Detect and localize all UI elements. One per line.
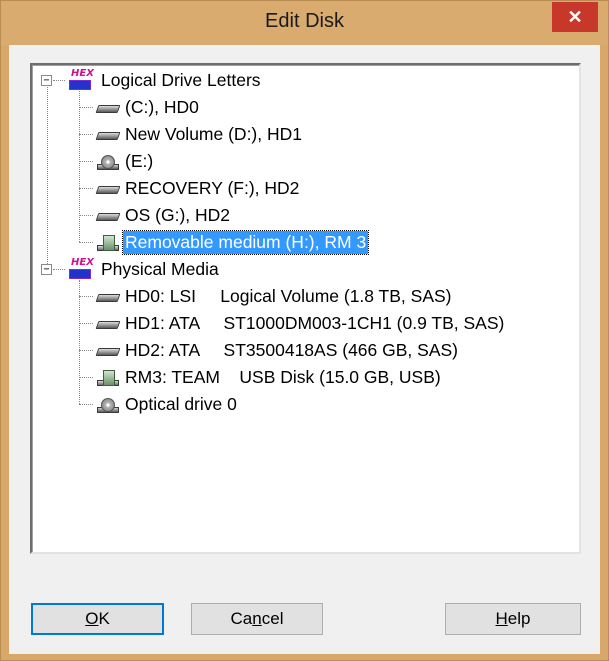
hard-drive-icon	[95, 341, 121, 361]
tree-item[interactable]: RECOVERY (F:), HD2	[95, 175, 301, 202]
help-button[interactable]: Help	[445, 603, 581, 635]
usb-drive-icon	[95, 233, 121, 253]
ok-button[interactable]: OK	[31, 603, 164, 635]
tree-item[interactable]: Optical drive 0	[95, 391, 239, 418]
usb-drive-icon	[95, 368, 121, 388]
window-title: Edit Disk	[265, 10, 344, 32]
tree-item[interactable]: New Volume (D:), HD1	[95, 121, 304, 148]
hex-icon-text: HEX	[71, 67, 94, 79]
tree-item-label: Optical drive 0	[125, 394, 237, 414]
help-mnemonic: H	[495, 609, 508, 628]
tree-expander[interactable]: −	[41, 264, 52, 275]
title-bar[interactable]: Edit Disk ✕	[1, 1, 608, 45]
tree-item-label: HD0: LSI Logical Volume (1.8 TB, SAS)	[125, 286, 452, 306]
tree-item[interactable]: Removable medium (H:), RM 3	[95, 229, 370, 256]
tree-item-label: RM3: TEAM USB Disk (15.0 GB, USB)	[125, 367, 441, 387]
close-button[interactable]: ✕	[552, 2, 598, 32]
tree-group[interactable]: HEX Physical Media	[67, 256, 221, 283]
tree-item-label: HD1: ATA ST1000DM003-1CH1 (0.9 TB, SAS)	[125, 313, 505, 333]
hard-drive-icon	[95, 314, 121, 334]
tree-item-label: New Volume (D:), HD1	[125, 124, 302, 144]
optical-drive-icon	[95, 395, 121, 415]
help-label-rest: elp	[507, 609, 531, 628]
hard-drive-icon	[95, 125, 121, 145]
tree-content: − HEX Logical Drive Letters (C:), HD0 New Vo…	[32, 65, 579, 552]
tree-item-label: HD2: ATA ST3500418AS (466 GB, SAS)	[125, 340, 458, 360]
cancel-label-pre: Ca	[230, 609, 253, 628]
hard-drive-icon	[95, 287, 121, 307]
tree-item[interactable]: OS (G:), HD2	[95, 202, 232, 229]
tree-item-label: RECOVERY (F:), HD2	[125, 178, 300, 198]
tree-group[interactable]: HEX Logical Drive Letters	[67, 67, 263, 94]
cancel-label-rest: cel	[261, 609, 284, 628]
hex-icon: HEX	[67, 67, 95, 93]
disk-tree-view[interactable]: − HEX Logical Drive Letters (C:), HD0 New Vo…	[30, 63, 581, 554]
hard-drive-icon	[95, 179, 121, 199]
tree-item[interactable]: HD1: ATA ST1000DM003-1CH1 (0.9 TB, SAS)	[95, 310, 506, 337]
cancel-mnemonic: n	[252, 609, 262, 628]
hex-icon-text: HEX	[71, 256, 94, 268]
cancel-button[interactable]: Cancel	[191, 603, 323, 635]
tree-item[interactable]: HD2: ATA ST3500418AS (466 GB, SAS)	[95, 337, 460, 364]
dialog-client-area: − HEX Logical Drive Letters (C:), HD0 New Vo…	[9, 45, 600, 654]
tree-item[interactable]: (C:), HD0	[95, 94, 201, 121]
tree-item-label-selected: Removable medium (H:), RM 3	[121, 230, 370, 255]
edit-disk-window: Edit Disk ✕ − HEX Logical Drive Letters (C:…	[0, 0, 609, 661]
hard-drive-icon	[95, 98, 121, 118]
tree-item-label: OS (G:), HD2	[125, 205, 231, 225]
hard-drive-icon	[95, 206, 121, 226]
tree-item-label: (E:)	[125, 151, 154, 171]
tree-group-label: Logical Drive Letters	[101, 70, 261, 90]
hex-icon: HEX	[67, 256, 95, 282]
tree-item[interactable]: (E:)	[95, 148, 155, 175]
tree-item[interactable]: HD0: LSI Logical Volume (1.8 TB, SAS)	[95, 283, 454, 310]
optical-drive-icon	[95, 152, 121, 172]
tree-item[interactable]: RM3: TEAM USB Disk (15.0 GB, USB)	[95, 364, 443, 391]
ok-label-rest: K	[98, 609, 110, 628]
tree-item-label: (C:), HD0	[125, 97, 199, 117]
tree-expander[interactable]: −	[41, 75, 52, 86]
ok-mnemonic: O	[85, 609, 99, 628]
tree-group-label: Physical Media	[101, 259, 219, 279]
